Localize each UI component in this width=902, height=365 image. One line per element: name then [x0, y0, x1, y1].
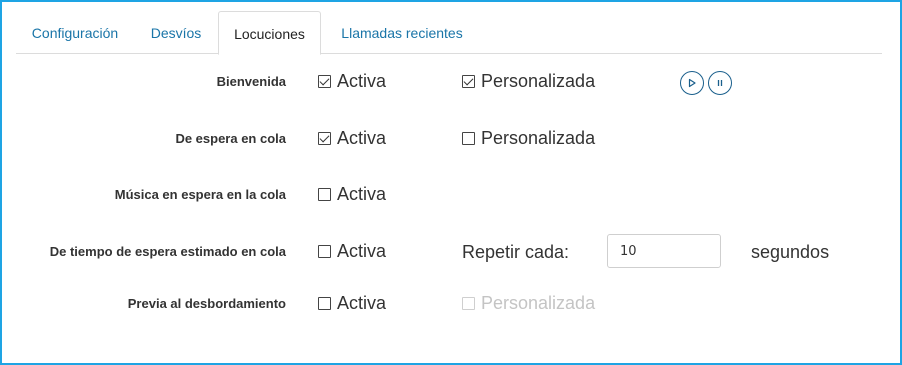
checkbox-label: Activa: [337, 128, 387, 148]
checkbox-label: Personalizada: [481, 293, 596, 313]
bienvenida-activa-checkbox[interactable]: Activa: [318, 71, 386, 92]
previa-desbordamiento-activa-checkbox[interactable]: Activa: [318, 293, 386, 314]
bienvenida-label: Bienvenida: [216, 74, 286, 89]
checkbox-label: Activa: [337, 241, 387, 261]
checkbox-box: [318, 188, 331, 201]
bienvenida-personalizada-checkbox[interactable]: Personalizada: [462, 71, 595, 92]
tab-desvios[interactable]: Desvíos: [134, 11, 218, 54]
tab-llamadas-recientes[interactable]: Llamadas recientes: [324, 11, 480, 54]
locuciones-panel: Configuración Desvíos Locuciones Llamada…: [0, 0, 902, 365]
espera-cola-label: De espera en cola: [175, 131, 286, 146]
musica-espera-activa-checkbox[interactable]: Activa: [318, 184, 386, 205]
tiempo-estimado-activa-checkbox[interactable]: Activa: [318, 241, 386, 262]
musica-espera-label: Música en espera en la cola: [114, 187, 286, 202]
checkbox-label: Activa: [337, 71, 387, 91]
pause-button[interactable]: [708, 71, 732, 95]
checkbox-label: Activa: [337, 184, 387, 204]
checkbox-box: [318, 245, 331, 258]
pause-icon: [717, 80, 723, 86]
checkbox-box: [462, 132, 475, 145]
checkbox-box: [318, 297, 331, 310]
checkbox-box: [318, 132, 331, 145]
checkbox-box: [462, 297, 475, 310]
tab-configuracion[interactable]: Configuración: [16, 11, 134, 54]
checkbox-box: [318, 75, 331, 88]
segundos-label: segundos: [751, 242, 830, 262]
checkbox-box: [462, 75, 475, 88]
espera-cola-activa-checkbox[interactable]: Activa: [318, 128, 386, 149]
checkbox-label: Personalizada: [481, 128, 596, 148]
repetir-cada-input[interactable]: [607, 234, 721, 268]
tiempo-estimado-label: De tiempo de espera estimado en cola: [49, 244, 286, 259]
checkbox-label: Personalizada: [481, 71, 596, 91]
repetir-cada-label: Repetir cada:: [462, 242, 570, 262]
previa-desbordamiento-personalizada-checkbox: Personalizada: [462, 293, 595, 314]
tab-bar: Configuración Desvíos Locuciones Llamada…: [16, 11, 882, 55]
espera-cola-personalizada-checkbox[interactable]: Personalizada: [462, 128, 595, 149]
play-icon: [688, 78, 696, 88]
play-button[interactable]: [680, 71, 704, 95]
checkbox-label: Activa: [337, 293, 387, 313]
previa-desbordamiento-label: Previa al desbordamiento: [127, 296, 286, 311]
tab-locuciones[interactable]: Locuciones: [218, 11, 321, 55]
